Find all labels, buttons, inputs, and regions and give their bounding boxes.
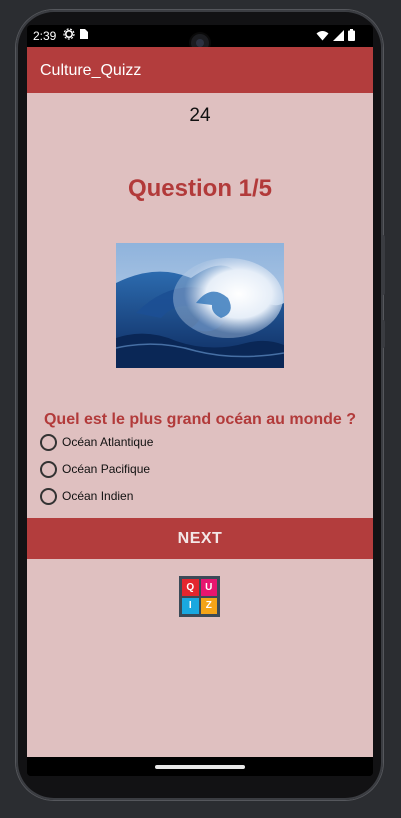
logo-letter-u: U	[200, 579, 217, 596]
option-atlantique[interactable]: Océan Atlantique	[40, 432, 153, 452]
logo-letter-q: Q	[182, 579, 199, 596]
app-title: Culture_Quizz	[40, 62, 142, 79]
radio-button[interactable]	[40, 460, 57, 478]
volume-button	[381, 320, 385, 348]
next-button[interactable]: NEXT	[27, 518, 373, 559]
status-time: 2:39	[33, 29, 57, 43]
settings-gear-icon	[63, 28, 75, 43]
app-bar: Culture_Quizz	[27, 47, 373, 93]
battery-icon	[348, 29, 355, 44]
logo-letter-i: I	[182, 597, 199, 614]
navigation-bar	[27, 757, 373, 776]
logo-letter-z: Z	[200, 597, 217, 614]
phone-screen: 2:39 Culture_Quizz 24 Question 1/5 Quel …	[27, 25, 373, 776]
option-label: Océan Indien	[62, 489, 134, 503]
question-text: Quel est le plus grand océan au monde ?	[43, 411, 357, 428]
countdown-timer: 24	[189, 105, 211, 126]
option-label: Océan Atlantique	[62, 435, 154, 449]
radio-button[interactable]	[40, 433, 57, 451]
quiz-content: 24 Question 1/5 Quel est le plus grand o…	[27, 93, 373, 757]
option-pacifique[interactable]: Océan Pacifique	[40, 459, 150, 479]
status-bar: 2:39	[27, 25, 373, 52]
power-button	[381, 235, 385, 295]
option-label: Océan Pacifique	[62, 462, 151, 476]
signal-icon	[333, 29, 344, 44]
ocean-wave-image	[115, 243, 285, 368]
radio-button[interactable]	[40, 487, 57, 505]
home-indicator[interactable]	[155, 765, 245, 769]
wifi-icon	[316, 30, 329, 44]
option-indien[interactable]: Océan Indien	[40, 486, 133, 506]
sim-card-icon	[79, 28, 89, 43]
question-number: Question 1/5	[127, 175, 273, 202]
quiz-logo: Q U I Z	[179, 576, 220, 617]
